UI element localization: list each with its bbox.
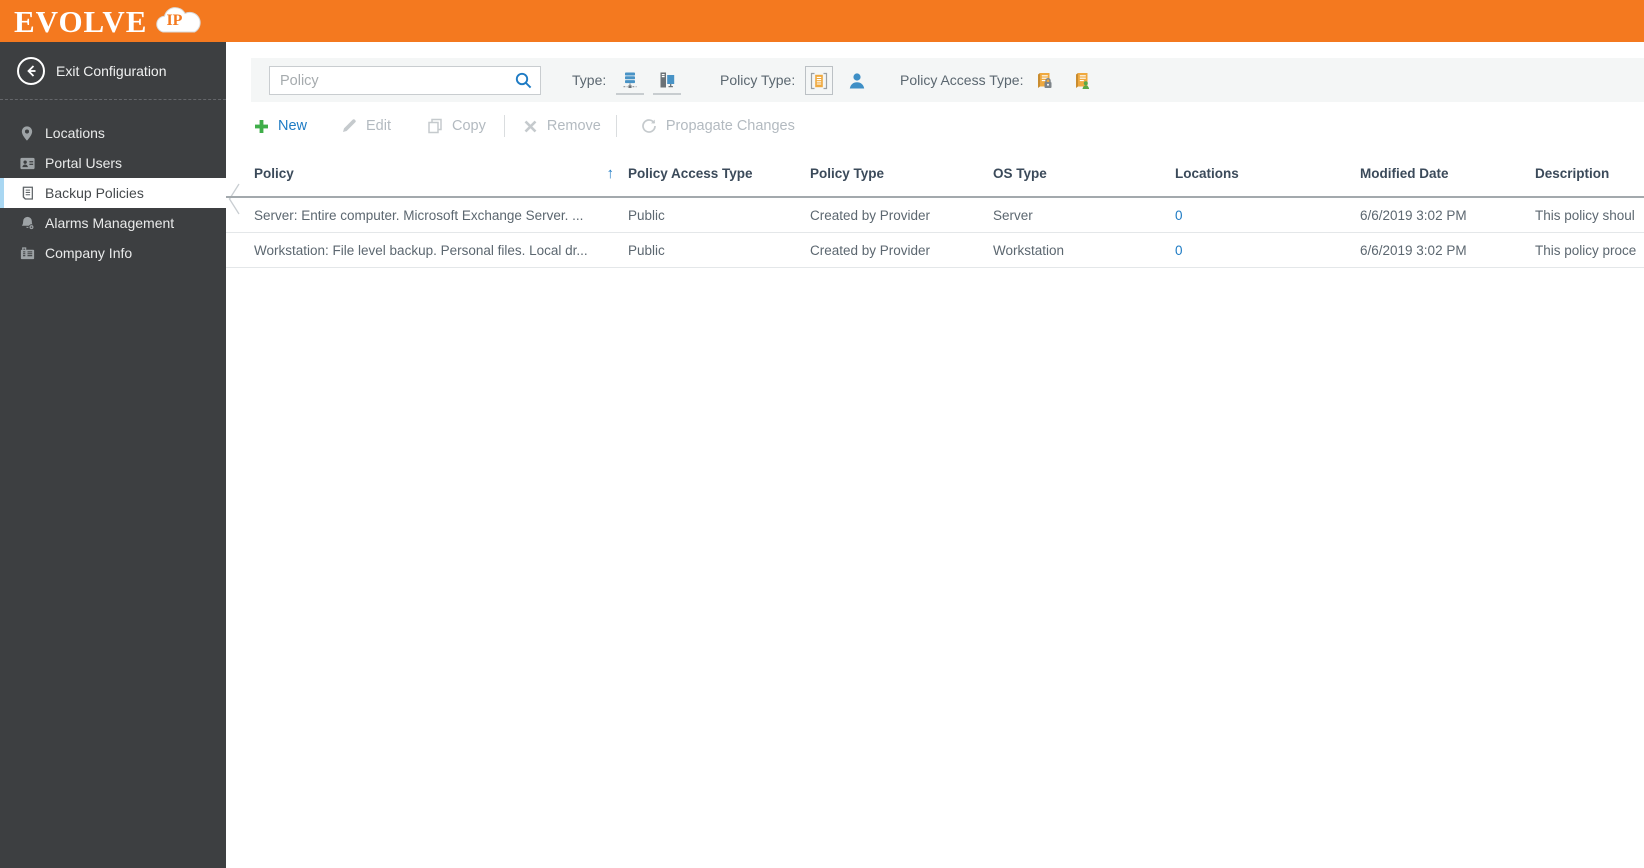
plus-icon	[254, 119, 269, 134]
remove-button[interactable]: Remove	[523, 118, 601, 134]
user-policy-filter-button[interactable]	[843, 66, 871, 95]
sidebar-item-backup-policies[interactable]: Backup Policies	[0, 178, 226, 208]
exit-configuration-label: Exit Configuration	[56, 62, 167, 79]
column-header-policy[interactable]: Policy ↑	[254, 165, 628, 182]
sidebar-item-label: Locations	[45, 125, 105, 141]
private-policy-filter-button[interactable]	[1030, 66, 1058, 95]
provider-policy-filter-button[interactable]	[805, 66, 833, 95]
column-header-modified-date[interactable]: Modified Date	[1360, 166, 1535, 181]
policy-search-box	[269, 66, 541, 95]
cell-policy-type: Created by Provider	[810, 242, 931, 258]
copy-button-label: Copy	[452, 118, 486, 134]
type-filter-label: Type:	[572, 72, 607, 88]
logo-text: EVOLVE	[14, 3, 148, 39]
locations-count-link[interactable]: 0	[1175, 208, 1183, 223]
server-filter-icon	[623, 72, 637, 88]
refresh-icon	[641, 118, 657, 134]
cell-policy-access-type: Public	[628, 242, 665, 258]
table-row[interactable]: Workstation: File level backup. Personal…	[226, 233, 1644, 268]
search-input[interactable]	[270, 72, 506, 89]
toolbar-divider	[615, 115, 617, 137]
workstation-filter-icon	[660, 72, 675, 87]
sidebar-item-company-info[interactable]: Company Info	[0, 238, 226, 268]
cell-modified-date: 6/6/2019 3:02 PM	[1360, 242, 1467, 258]
cell-os-type: Server	[993, 207, 1033, 223]
column-header-description[interactable]: Description	[1535, 166, 1644, 181]
location-pin-icon	[18, 124, 36, 142]
sidebar-item-locations[interactable]: Locations	[0, 118, 226, 148]
cell-os-type: Workstation	[993, 242, 1065, 258]
provider-policy-icon	[810, 72, 828, 89]
toolbar-divider	[503, 115, 505, 137]
locations-count-link[interactable]: 0	[1175, 243, 1183, 258]
cell-locations: 0	[1175, 243, 1360, 258]
table-body: Server: Entire computer. Microsoft Excha…	[226, 198, 1644, 268]
private-policy-icon	[1038, 72, 1052, 88]
table-row[interactable]: Server: Entire computer. Microsoft Excha…	[226, 198, 1644, 233]
workstation-filter-button[interactable]	[653, 66, 681, 95]
public-policy-filter-button[interactable]	[1068, 66, 1096, 95]
propagate-changes-button[interactable]: Propagate Changes	[641, 118, 795, 134]
search-icon	[515, 72, 531, 89]
pencil-icon	[341, 118, 357, 134]
table-header: Policy ↑ Policy Access Type Policy Type …	[226, 150, 1644, 198]
column-header-policy-type[interactable]: Policy Type	[810, 166, 993, 181]
x-icon	[523, 119, 538, 134]
new-button-label: New	[278, 118, 308, 134]
app-header: EVOLVE IP	[0, 0, 1644, 42]
public-policy-icon	[1076, 72, 1090, 89]
user-policy-icon	[849, 72, 865, 88]
sidebar-item-label: Alarms Management	[45, 215, 175, 231]
sidebar-item-label: Company Info	[45, 245, 133, 261]
backup-policies-icon	[18, 184, 36, 202]
edit-button-label: Edit	[366, 118, 392, 134]
company-info-icon	[18, 244, 36, 262]
logo-badge: IP	[166, 12, 183, 29]
policy-access-type-filter-label: Policy Access Type:	[900, 72, 1024, 88]
back-arrow-icon	[17, 56, 45, 85]
sort-ascending-icon[interactable]: ↑	[607, 165, 615, 182]
sidebar: Exit Configuration Locations Portal User…	[0, 42, 226, 868]
exit-configuration-button[interactable]: Exit Configuration	[0, 42, 226, 100]
cell-policy: Workstation: File level backup. Personal…	[254, 242, 588, 258]
column-header-locations[interactable]: Locations	[1175, 166, 1360, 181]
edit-button[interactable]: Edit	[341, 118, 391, 134]
cell-policy-type: Created by Provider	[810, 207, 931, 223]
new-button[interactable]: New	[254, 118, 307, 134]
alarms-bell-icon	[18, 214, 36, 232]
evolve-ip-logo: EVOLVE IP	[14, 1, 207, 41]
propagate-changes-label: Propagate Changes	[665, 118, 795, 134]
server-filter-button[interactable]	[616, 66, 644, 95]
copy-icon	[427, 118, 443, 134]
table-toolbar: New Edit Copy Remove Propagate Changes	[226, 102, 1644, 150]
cell-description: This policy shoul	[1535, 207, 1635, 223]
cloud-logo-icon: IP	[149, 4, 207, 40]
cell-description: This policy proce	[1535, 242, 1637, 258]
cell-policy-access-type: Public	[628, 207, 665, 223]
cell-policy: Server: Entire computer. Microsoft Excha…	[254, 207, 584, 223]
copy-button[interactable]: Copy	[427, 118, 486, 134]
filter-bar: Type: Policy Type:	[251, 58, 1644, 102]
remove-button-label: Remove	[546, 118, 601, 134]
main-content: Type: Policy Type:	[226, 42, 1644, 868]
sidebar-nav: Locations Portal Users Backup Policies A…	[0, 100, 226, 268]
sidebar-item-label: Backup Policies	[45, 185, 144, 201]
sidebar-item-portal-users[interactable]: Portal Users	[0, 148, 226, 178]
sidebar-item-alarms-management[interactable]: Alarms Management	[0, 208, 226, 238]
cell-modified-date: 6/6/2019 3:02 PM	[1360, 207, 1467, 223]
policy-type-filter-label: Policy Type:	[720, 72, 796, 88]
sidebar-item-label: Portal Users	[45, 155, 123, 171]
portal-users-icon	[18, 154, 36, 172]
column-header-policy-access-type[interactable]: Policy Access Type	[628, 166, 810, 181]
column-header-os-type[interactable]: OS Type	[993, 166, 1175, 181]
search-button[interactable]	[506, 67, 540, 94]
cell-locations: 0	[1175, 208, 1360, 223]
